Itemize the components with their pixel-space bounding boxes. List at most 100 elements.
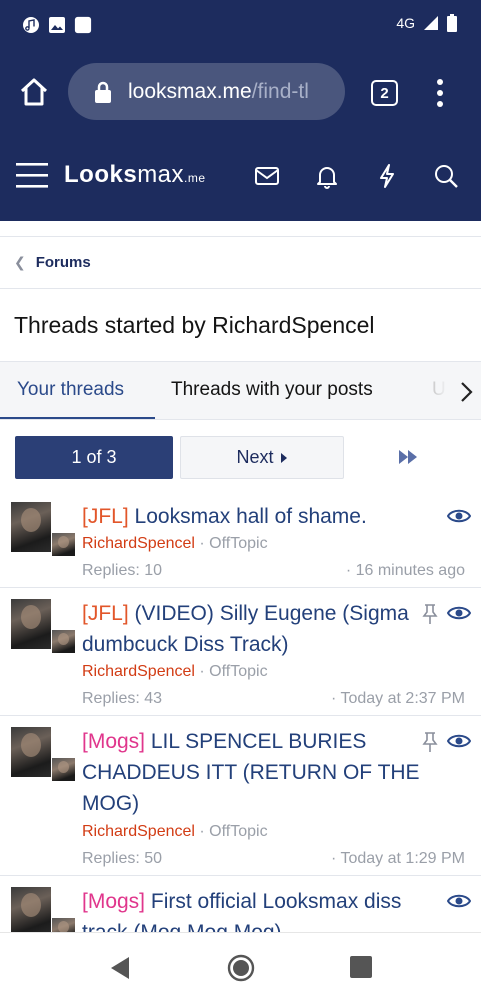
last-page-button[interactable] <box>390 446 426 468</box>
browser-toolbar: looksmax.me/find-tl 2 <box>0 52 481 130</box>
thread-prefix: [JFL] <box>82 602 129 625</box>
watch-eye-icon[interactable] <box>447 732 471 750</box>
thread-title[interactable]: [Mogs] First official Looksmax diss trac… <box>82 886 422 932</box>
thread-item[interactable]: [Mogs] LIL SPENCEL BURIES CHADDEUS ITT (… <box>0 716 481 876</box>
author-avatar[interactable] <box>11 727 51 777</box>
caret-right-icon <box>280 452 287 463</box>
thread-replies: Replies: 10 <box>82 562 163 579</box>
thread-item[interactable]: [JFL] Looksmax hall of shame. RichardSpe… <box>0 490 481 588</box>
thread-prefix: [Mogs] <box>82 890 146 913</box>
browser-menu-button[interactable] <box>430 78 450 108</box>
chevron-left-icon: ❮ <box>14 254 26 270</box>
signal-icon <box>424 16 438 30</box>
tab-your-threads[interactable]: Your threads <box>17 379 124 401</box>
thread-replies: Replies: 50 <box>82 850 163 867</box>
thread-date[interactable]: · 16 minutes ago <box>346 562 465 580</box>
last-poster-avatar[interactable] <box>51 757 76 782</box>
lock-icon <box>95 81 111 103</box>
logo-tld: .me <box>184 171 206 185</box>
back-icon[interactable] <box>108 955 132 981</box>
active-tab-indicator <box>0 417 155 419</box>
thread-prefix: [Mogs] <box>82 730 146 753</box>
menu-button[interactable] <box>16 161 48 189</box>
watch-eye-icon[interactable] <box>447 604 471 622</box>
next-label: Next <box>236 447 274 467</box>
home-button[interactable] <box>16 74 52 110</box>
chevron-right-icon <box>461 382 473 402</box>
app-notification-icon <box>74 15 92 35</box>
status-right: 4G <box>396 14 457 32</box>
site-logo[interactable]: Looksmax.me <box>64 161 206 189</box>
current-page-button[interactable]: 1 of 3 <box>15 436 173 479</box>
home-circle-icon[interactable] <box>227 954 255 982</box>
sticky-pin-icon <box>422 604 438 624</box>
logo-part-c: max <box>137 161 185 188</box>
watch-eye-icon[interactable] <box>447 892 471 910</box>
thread-title-text: (VIDEO) Silly Eugene (Sigma dumbcuck Dis… <box>82 602 409 656</box>
thread-date-text: Today at 1:29 PM <box>340 850 465 867</box>
tab-bar: Your threads Threads with your posts U <box>0 361 481 420</box>
url-field[interactable]: looksmax.me/find-tl <box>68 63 345 120</box>
envelope-icon <box>255 167 279 185</box>
last-poster-avatar[interactable] <box>51 917 76 932</box>
pagination: 1 of 3 Next <box>0 436 481 480</box>
last-poster-avatar[interactable] <box>51 629 76 654</box>
status-bar: 4G <box>0 0 481 52</box>
thread-date-text: 16 minutes ago <box>355 562 465 579</box>
lightning-icon <box>380 164 394 188</box>
tab-scroll-right-button[interactable] <box>457 380 475 404</box>
search-button[interactable] <box>432 162 460 190</box>
thread-author[interactable]: RichardSpencel <box>82 823 195 840</box>
thread-item[interactable]: [Mogs] First official Looksmax diss trac… <box>0 876 481 932</box>
page-title: Threads started by RichardSpencel <box>14 312 375 338</box>
thread-author[interactable]: RichardSpencel <box>82 535 195 552</box>
logo-part-b: oks <box>94 161 138 188</box>
thread-title-text: Looksmax hall of shame. <box>134 505 367 528</box>
hamburger-icon <box>16 163 48 188</box>
network-label: 4G <box>396 15 415 31</box>
thread-meta: RichardSpencel · OffTopic <box>82 535 268 552</box>
alerts-button[interactable] <box>313 162 341 190</box>
system-nav-bar <box>0 932 481 1000</box>
site-header: Looksmax.me <box>0 130 481 221</box>
author-avatar[interactable] <box>11 887 51 932</box>
music-notification-icon <box>22 15 40 35</box>
image-notification-icon <box>48 15 66 35</box>
thread-forum[interactable]: OffTopic <box>209 535 267 552</box>
inbox-button[interactable] <box>253 162 281 190</box>
recents-icon[interactable] <box>350 956 372 978</box>
tab-switcher-button[interactable]: 2 <box>371 80 398 106</box>
breadcrumb-label: Forums <box>35 254 91 271</box>
tab-threads-with-your-posts[interactable]: Threads with your posts <box>171 379 373 401</box>
thread-author[interactable]: RichardSpencel <box>82 663 195 680</box>
thread-title[interactable]: [JFL] (VIDEO) Silly Eugene (Sigma dumbcu… <box>82 598 422 660</box>
thread-date[interactable]: · Today at 2:37 PM <box>331 690 465 708</box>
thread-prefix: [JFL] <box>82 505 129 528</box>
thread-meta: RichardSpencel · OffTopic <box>82 823 268 840</box>
bell-icon <box>317 167 337 189</box>
thread-forum[interactable]: OffTopic <box>209 663 267 680</box>
thread-date[interactable]: · Today at 1:29 PM <box>331 850 465 868</box>
watch-eye-icon[interactable] <box>447 507 471 525</box>
url-path: /find-tl <box>251 79 309 103</box>
home-icon <box>20 78 48 106</box>
thread-title[interactable]: [Mogs] LIL SPENCEL BURIES CHADDEUS ITT (… <box>82 726 422 819</box>
last-poster-avatar[interactable] <box>51 532 76 557</box>
thread-title[interactable]: [JFL] Looksmax hall of shame. <box>82 501 422 532</box>
thread-date-text: Today at 2:37 PM <box>340 690 465 707</box>
breadcrumb[interactable]: ❮ Forums <box>0 236 481 289</box>
search-icon <box>435 165 458 188</box>
thread-forum[interactable]: OffTopic <box>209 823 267 840</box>
thread-meta: RichardSpencel · OffTopic <box>82 663 268 680</box>
url-host: looksmax.me <box>128 79 252 103</box>
more-vert-icon <box>437 79 443 107</box>
sticky-pin-icon <box>422 732 438 752</box>
logo-part-a: Lo <box>64 161 95 188</box>
author-avatar[interactable] <box>11 599 51 649</box>
thread-item[interactable]: [JFL] (VIDEO) Silly Eugene (Sigma dumbcu… <box>0 588 481 716</box>
whats-new-button[interactable] <box>373 162 401 190</box>
next-page-button[interactable]: Next <box>180 436 344 479</box>
author-avatar[interactable] <box>11 502 51 552</box>
battery-icon <box>447 14 457 32</box>
thread-replies: Replies: 43 <box>82 690 163 707</box>
